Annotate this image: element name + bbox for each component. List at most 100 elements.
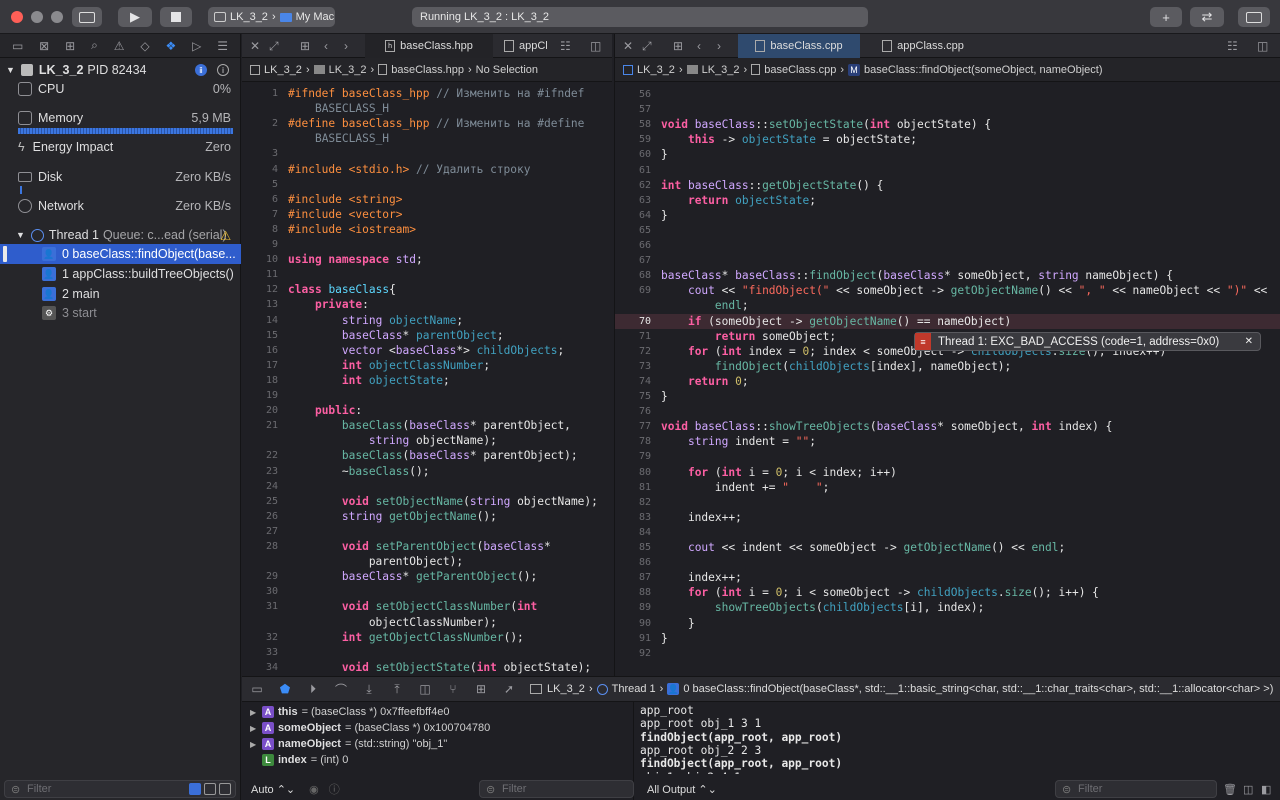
search-icon[interactable]: ⌕	[91, 38, 98, 53]
left-code-area[interactable]: 1 #ifndef baseClass_hpp // Изменить на #i…	[242, 82, 612, 676]
location-icon[interactable]: ➚	[502, 682, 516, 696]
code-review-button[interactable]: ⇄	[1190, 7, 1224, 27]
error-annotation[interactable]: ≡ Thread 1: EXC_BAD_ACCESS (code=1, addr…	[914, 332, 1261, 351]
step-over-icon[interactable]: ⌒	[334, 681, 348, 698]
filter-option-icon[interactable]	[189, 783, 201, 795]
test-icon[interactable]: ◇	[140, 39, 149, 53]
folder-icon[interactable]: ▭	[12, 39, 23, 53]
close-editor-icon[interactable]: ✕	[250, 39, 260, 53]
editor-options-icon[interactable]: ☷	[560, 39, 571, 53]
zoom-window-button[interactable]	[51, 11, 63, 23]
line-number: 76	[638, 406, 651, 418]
scope-selector[interactable]: Auto ⌃⌄	[251, 783, 295, 796]
debug-target[interactable]: LK_3_2	[547, 683, 585, 695]
inspector-toggle-button[interactable]	[1238, 7, 1270, 27]
split-icon[interactable]: ◫	[1243, 783, 1253, 796]
gauge-network[interactable]: Network Zero KB/s	[0, 196, 241, 216]
variable-row[interactable]: ▶ Athis = (baseClass *) 0x7ffeefbff4e0	[250, 704, 449, 720]
step-out-icon[interactable]: ⤒	[390, 682, 404, 697]
variable-row[interactable]: ▶ AnameObject = (std::string) "obj_1"	[250, 736, 447, 752]
editor-options-icon[interactable]: ☷	[1227, 39, 1238, 53]
disclosure-icon[interactable]: ▶	[250, 740, 258, 749]
back-icon[interactable]: ‹	[324, 39, 328, 53]
jump-item[interactable]: LK_3_2	[329, 64, 367, 76]
filter-option-icon[interactable]	[219, 783, 231, 795]
left-jump-bar[interactable]: LK_3_2 › LK_3_2 › baseClass.hpp › No Select…	[242, 58, 612, 82]
output-selector[interactable]: All Output ⌃⌄	[647, 783, 717, 796]
debug-thread[interactable]: Thread 1	[612, 683, 656, 695]
close-window-button[interactable]	[11, 11, 23, 23]
expand-icon[interactable]: ⤢	[642, 39, 652, 54]
tab-baseclass-hpp[interactable]: h baseClass.hpp	[365, 34, 493, 58]
info-icon[interactable]: i	[217, 64, 229, 76]
run-button[interactable]: ▶	[118, 7, 152, 27]
filter-option-icon[interactable]	[204, 783, 216, 795]
continue-icon[interactable]: ⏵	[306, 682, 320, 697]
stack-frame-3[interactable]: ⚙ 3 start	[0, 303, 241, 323]
gauge-cpu[interactable]: CPU 0%	[0, 79, 241, 99]
breakpoint-icon[interactable]: ▷	[192, 39, 201, 53]
jump-item[interactable]: baseClass.hpp	[391, 64, 464, 76]
minimize-window-button[interactable]	[31, 11, 43, 23]
stack-frame-2[interactable]: 👤 2 main	[0, 284, 241, 304]
disclosure-icon[interactable]: ▶	[250, 708, 258, 717]
jump-item[interactable]: baseClass.cpp	[764, 64, 836, 76]
breakpoints-toggle-icon[interactable]: ⬟	[278, 682, 292, 696]
jump-item[interactable]: baseClass::findObject(someObject, nameOb…	[864, 64, 1102, 76]
thread-row[interactable]: ▼ Thread 1 Queue: c...ead (serial) ⚠	[0, 225, 241, 245]
scheme-selector[interactable]: LK_3_2 › My Mac	[208, 7, 335, 27]
jump-item[interactable]: No Selection	[476, 64, 538, 76]
step-into-icon[interactable]: ⤓	[362, 682, 376, 697]
hide-debug-area-icon[interactable]: ▭	[250, 682, 264, 696]
console-view[interactable]: app_root app_root obj_1 3 1 findObject(app…	[635, 702, 1280, 800]
grid-icon[interactable]: ⊞	[673, 39, 683, 53]
tab-appclass-cpp[interactable]: appClass.cpp	[863, 34, 983, 58]
forward-icon[interactable]: ›	[717, 39, 721, 53]
gauge-energy[interactable]: ϟ Energy Impact Zero	[0, 137, 241, 157]
expand-icon[interactable]: ⤢	[269, 39, 279, 54]
warning-icon[interactable]: ⚠	[114, 39, 125, 53]
close-editor-icon[interactable]: ✕	[623, 39, 633, 53]
split-editor-icon[interactable]: ◫	[1257, 39, 1268, 53]
right-jump-bar[interactable]: LK_3_2 › LK_3_2 › baseClass.cpp › M baseCla…	[615, 58, 1280, 82]
variable-row[interactable]: Lindex = (int) 0	[250, 752, 348, 768]
memory-graph-icon[interactable]: ⑂	[446, 682, 460, 696]
trash-icon[interactable]: 🗑	[1223, 783, 1237, 796]
environment-icon[interactable]: ⊞	[474, 682, 488, 696]
close-icon[interactable]: ✕	[1245, 336, 1253, 347]
right-code-area[interactable]: 56 57 58 void baseClass::setObjectState(int…	[615, 82, 1280, 676]
jump-item[interactable]: LK_3_2	[637, 64, 675, 76]
variables-filter[interactable]: ⊜ Filter	[479, 780, 634, 798]
gauge-disk[interactable]: Disk Zero KB/s	[0, 167, 241, 187]
navigator-toggle-button[interactable]	[72, 7, 102, 27]
split-editor-icon[interactable]: ◫	[590, 39, 601, 53]
debug-frame[interactable]: 0 baseClass::findObject(baseClass*, std:…	[683, 683, 1273, 695]
line-number: 83	[638, 511, 651, 523]
stack-frame-1[interactable]: 👤 1 appClass::buildTreeObjects()	[0, 264, 241, 284]
jump-item[interactable]: LK_3_2	[264, 64, 302, 76]
code-line: indent += " ";	[661, 480, 830, 494]
library-button[interactable]: +	[1150, 7, 1182, 27]
process-row[interactable]: ▼ LK_3_2 PID 82434 ⅱ i	[0, 60, 241, 80]
hierarchy-icon[interactable]: ⊞	[65, 39, 75, 53]
view-hierarchy-icon[interactable]: ◫	[418, 682, 432, 696]
disclosure-icon[interactable]: ▶	[250, 724, 258, 733]
grid-icon[interactable]: ⊞	[300, 39, 310, 53]
tab-baseclass-cpp[interactable]: baseClass.cpp	[738, 34, 860, 58]
stop-button[interactable]	[160, 7, 192, 27]
eye-icon[interactable]: ◉	[309, 783, 319, 796]
source-control-icon[interactable]: ⊠	[39, 39, 49, 53]
debug-icon[interactable]: ❖	[165, 39, 176, 53]
tab-appclass[interactable]: appCl	[504, 34, 554, 58]
jump-item[interactable]: LK_3_2	[702, 64, 740, 76]
gauge-memory[interactable]: Memory 5,9 MB	[0, 108, 241, 128]
back-icon[interactable]: ‹	[697, 39, 701, 53]
console-filter[interactable]: ⊜ Filter	[1055, 780, 1217, 798]
stack-frame-0[interactable]: 👤 0 baseClass::findObject(base...	[0, 244, 241, 264]
info-icon[interactable]: ⓘ	[329, 781, 340, 797]
report-icon[interactable]: ☰	[217, 39, 228, 53]
navigator-filter[interactable]: ⊜ Filter	[4, 780, 236, 798]
forward-icon[interactable]: ›	[344, 39, 348, 53]
variable-row[interactable]: ▶ AsomeObject = (baseClass *) 0x100704780	[250, 720, 490, 736]
split-icon[interactable]: ◧	[1261, 783, 1271, 796]
